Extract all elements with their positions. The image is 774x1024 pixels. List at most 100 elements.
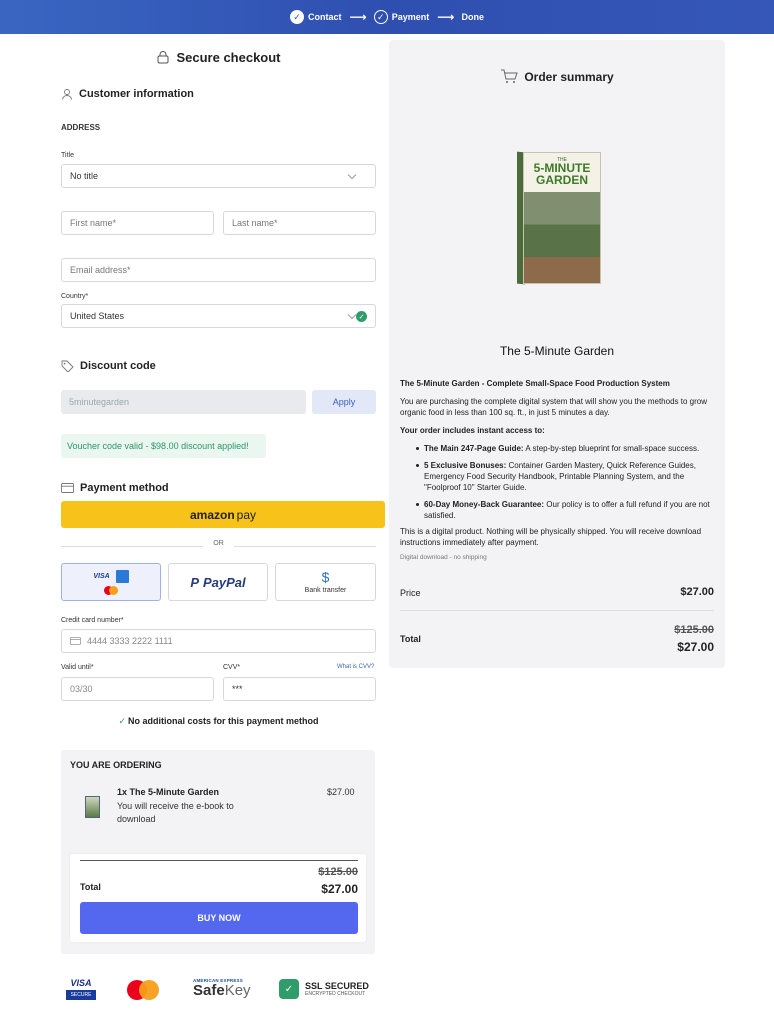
valid-until-field[interactable]: 03/30: [61, 677, 214, 701]
divider: [400, 610, 714, 611]
or-divider: OR: [61, 540, 376, 552]
new-total: $27.00: [321, 882, 358, 896]
ebook-thumbnail: [85, 796, 100, 818]
last-name-placeholder: Last name*: [232, 218, 278, 228]
card-number-field[interactable]: 4444 3333 2222 1111: [61, 629, 376, 653]
payment-method-heading: Payment method: [61, 482, 169, 494]
arrow-right-icon: ⟶: [349, 10, 367, 24]
chevron-down-icon: [347, 170, 357, 180]
card-payment-option[interactable]: VISA: [61, 563, 161, 601]
checkmark-icon: ✓: [118, 716, 126, 726]
order-summary-heading: Order summary: [389, 68, 725, 84]
ssl-secured-badge: ✓ SSL SECURED ENCRYPTED CHECKOUT: [279, 979, 369, 999]
list-item: 5 Exclusive Bonuses: Container Garden Ma…: [416, 460, 718, 493]
arrow-right-icon: ⟶: [437, 10, 454, 24]
title-label: Title: [61, 152, 74, 159]
trust-badges: VISA SECURE AMERICAN EXPRESS SafeKey ✓ S…: [61, 974, 376, 1009]
product-subtitle: The 5-Minute Garden - Complete Small-Spa…: [400, 379, 670, 388]
step-done: Done: [461, 12, 484, 22]
cart-icon: [501, 69, 519, 83]
discount-heading: Discount code: [61, 360, 156, 372]
total-box: Total $125.00 $27.00 BUY NOW: [70, 854, 366, 942]
amazon-pay-button[interactable]: amazon pay: [61, 501, 385, 528]
amex-logo: [115, 569, 129, 583]
shipping-note: Digital download - no shipping: [400, 554, 487, 561]
mastercard-badge: [127, 980, 159, 1000]
first-name-placeholder: First name*: [70, 218, 117, 228]
buy-now-button[interactable]: BUY NOW: [80, 902, 358, 934]
price-value: $27.00: [680, 586, 714, 598]
order-box: YOU ARE ORDERING 1x The 5-Minute Garden …: [61, 750, 375, 954]
product-title: The 5-Minute Garden: [499, 344, 615, 358]
dollar-icon: $: [321, 569, 330, 585]
email-field[interactable]: Email address*: [61, 258, 376, 282]
old-total: $125.00: [318, 866, 358, 878]
step-label: Contact: [308, 12, 342, 22]
summary-old-total: $125.00: [674, 624, 714, 636]
discount-code-input[interactable]: 5minutegarden: [61, 390, 306, 414]
customer-info-heading: Customer information: [61, 88, 194, 100]
amazon-logo: amazon: [189, 507, 235, 522]
paypal-payment-option[interactable]: P PayPal: [168, 563, 268, 601]
card-number-value: 4444 3333 2222 1111: [87, 636, 173, 646]
email-placeholder: Email address*: [70, 265, 131, 275]
card-icon: [70, 637, 81, 645]
step-label: Done: [461, 12, 484, 22]
access-list: The Main 247-Page Guide: A step-by-step …: [416, 443, 718, 521]
divider: [80, 860, 358, 861]
no-extra-costs-note: ✓ No additional costs for this payment me…: [118, 716, 319, 726]
ssl-lock-icon: ✓: [279, 979, 299, 999]
discount-code-value: 5minutegarden: [69, 397, 130, 407]
lock-icon: [157, 51, 169, 64]
card-number-label: Credit card number*: [61, 617, 124, 624]
title-select-value: No title: [70, 171, 99, 181]
user-icon: [62, 89, 72, 100]
valid-check-icon: ✓: [356, 311, 367, 322]
country-select[interactable]: United States ✓: [61, 304, 376, 328]
visa-logo: VISA: [93, 572, 110, 580]
country-label: Country*: [61, 293, 89, 300]
title-select[interactable]: No title: [61, 164, 376, 188]
mastercard-logo: [104, 585, 118, 595]
digital-note: This is a digital product. Nothing will …: [400, 527, 702, 547]
step-label: Payment: [391, 12, 430, 22]
tag-icon: [61, 360, 74, 372]
bank-transfer-option[interactable]: $ Bank transfer: [275, 563, 376, 601]
order-item-desc: You will receive the e-book to download: [117, 801, 234, 824]
step-payment: ✓ Payment: [373, 10, 430, 24]
check-icon: ✓: [373, 10, 388, 24]
address-label: ADDRESS: [61, 123, 101, 132]
access-heading: Your order includes instant access to:: [400, 426, 545, 435]
valid-until-label: Valid until*: [61, 664, 94, 671]
summary-total-label: Total: [400, 634, 421, 644]
progress-bar: ✓ Contact ⟶ ✓ Payment ⟶ Done: [0, 0, 774, 34]
card-logos: VISA: [93, 569, 129, 583]
cvv-label: CVV*: [223, 664, 241, 671]
amex-safekey-badge: AMERICAN EXPRESS SafeKey: [193, 978, 251, 999]
ordering-heading: YOU ARE ORDERING: [70, 760, 162, 770]
cvv-value: ***: [232, 684, 243, 694]
last-name-field[interactable]: Last name*: [223, 211, 376, 235]
secure-checkout-title: Secure checkout: [61, 50, 376, 65]
apply-button[interactable]: Apply: [312, 390, 376, 414]
total-label: Total: [80, 882, 101, 892]
what-is-cvv-link[interactable]: What is CVV?: [337, 664, 374, 670]
order-item-price: $27.00: [327, 787, 355, 797]
book-cover-image: THE 5-MINUTE GARDEN: [517, 151, 601, 285]
product-intro: You are purchasing the complete digital …: [400, 397, 707, 417]
list-item: The Main 247-Page Guide: A step-by-step …: [416, 443, 718, 454]
cvv-field[interactable]: ***: [223, 677, 376, 701]
country-select-value: United States: [70, 311, 125, 321]
bank-transfer-label: Bank transfer: [304, 587, 347, 594]
summary-new-total: $27.00: [677, 640, 714, 654]
list-item: 60-Day Money-Back Guarantee: Our policy …: [416, 499, 718, 521]
chevron-down-icon: [347, 310, 357, 320]
visa-secure-badge: VISA SECURE: [66, 978, 96, 1000]
amazon-pay-suffix: pay: [236, 507, 257, 522]
paypal-icon: P: [190, 574, 199, 590]
product-description: The 5-Minute Garden - Complete Small-Spa…: [400, 378, 718, 563]
paypal-logo: PayPal: [203, 574, 246, 590]
order-summary-panel: Order summary THE 5-MINUTE GARDEN The 5-…: [389, 40, 725, 668]
step-contact: ✓ Contact: [290, 10, 342, 24]
first-name-field[interactable]: First name*: [61, 211, 214, 235]
